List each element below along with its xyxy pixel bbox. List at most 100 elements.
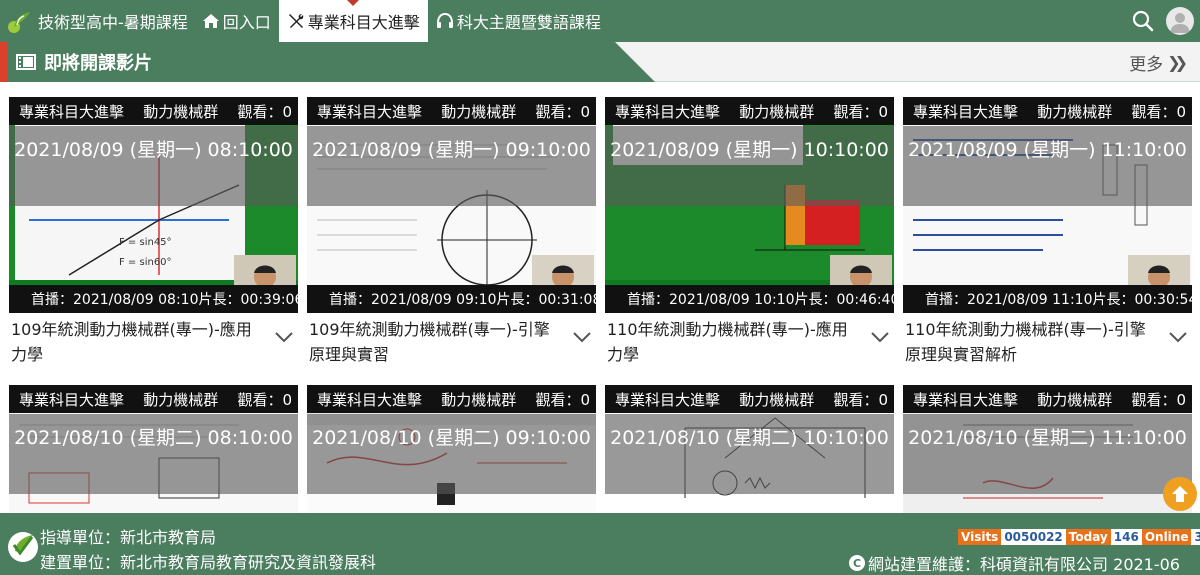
- top-nav-bar: 技術型高中-暑期課程 回入口 專業科目大進擊 科大主題暨雙語課程: [0, 0, 1200, 42]
- sprout-logo-icon: [8, 532, 38, 562]
- chevron-down-icon[interactable]: [274, 329, 294, 345]
- visits-label: Visits: [958, 529, 1002, 545]
- card-top-bar: 專業科目大進擊 動力機械群 觀看：0: [605, 97, 894, 125]
- card-views: 觀看：0: [535, 390, 590, 409]
- card-views: 觀看：0: [833, 390, 888, 409]
- card-group: 動力機械群: [739, 390, 815, 409]
- card-group: 動力機械群: [143, 102, 219, 121]
- footer: 指導單位：新北市教育局 建置單位：新北市教育局教育研究及資訊發展科 Visits…: [0, 513, 1200, 575]
- user-icon: [1170, 13, 1190, 33]
- card-title[interactable]: 110年統測動力機械群(專一)-引擎原理與實習解析: [905, 317, 1160, 367]
- card-views: 觀看：0: [237, 390, 292, 409]
- svg-text:F = sin45°: F = sin45°: [119, 237, 172, 248]
- premiere-time: 首播：2021/08/09 10:10: [627, 292, 795, 308]
- card-top-bar: 專業科目大進擊 動力機械群 觀看：0: [605, 385, 894, 413]
- card-title[interactable]: 110年統測動力機械群(專一)-應用力學: [607, 317, 862, 367]
- film-icon: [16, 54, 36, 70]
- video-length: 片長：00:39:06: [198, 292, 304, 308]
- card-top-bar: 專業科目大進擊 動力機械群 觀看：0: [903, 97, 1192, 125]
- schedule-overlay: 2021/08/10 (星期二) 08:10:00: [9, 414, 298, 494]
- nav-item-home[interactable]: 回入口: [194, 0, 279, 42]
- card-group: 動力機械群: [441, 390, 517, 409]
- card-title[interactable]: 109年統測動力機械群(專一)-應用力學: [11, 317, 266, 367]
- double-chevron-right-icon: ❯❯: [1167, 52, 1188, 72]
- sprout-logo-icon: [8, 12, 30, 33]
- card-top-bar: 專業科目大進擊 動力機械群 觀看：0: [307, 97, 596, 125]
- schedule-overlay: 2021/08/09 (星期一) 08:10:00: [9, 126, 298, 206]
- card-group: 動力機械群: [739, 102, 815, 121]
- card-top-bar: 專業科目大進擊 動力機械群 觀看：0: [9, 385, 298, 413]
- premiere-time: 首播：2021/08/09 09:10: [329, 292, 497, 308]
- card-views: 觀看：0: [833, 102, 888, 121]
- search-icon: [1132, 10, 1154, 32]
- card-category: 專業科目大進擊: [615, 102, 721, 121]
- visit-counter: Visits 0050022 Today 146 Online 3: [958, 529, 1200, 545]
- card-group: 動力機械群: [1037, 102, 1113, 121]
- card-title[interactable]: 109年統測動力機械群(專一)-引擎原理與實習: [309, 317, 564, 367]
- search-button[interactable]: [1128, 6, 1158, 36]
- copyright-icon: C: [849, 555, 866, 571]
- schedule-overlay: 2021/08/10 (星期二) 11:10:00: [903, 414, 1192, 494]
- card-category: 專業科目大進擊: [913, 390, 1019, 409]
- nav-item-label: 科大主題暨雙語課程: [456, 13, 601, 32]
- schedule-overlay: 2021/08/09 (星期一) 11:10:00: [903, 126, 1192, 206]
- card-category: 專業科目大進擊: [317, 390, 423, 409]
- card-category: 專業科目大進擊: [615, 390, 721, 409]
- headphones-icon: [436, 12, 453, 28]
- card-views: 觀看：0: [237, 102, 292, 121]
- card-views: 觀看：0: [1131, 102, 1186, 121]
- today-value: 146: [1110, 529, 1142, 545]
- back-to-top-button[interactable]: [1163, 477, 1197, 511]
- video-length: 片長：00:31:08: [496, 292, 602, 308]
- online-value: 3: [1191, 529, 1200, 545]
- nav-item-label: 回入口: [222, 13, 271, 32]
- brand[interactable]: 技術型高中-暑期課程: [0, 0, 188, 42]
- card-bottom-bar: 首播：2021/08/09 09:10 片長：00:31:08: [307, 285, 601, 313]
- schedule-overlay: 2021/08/10 (星期二) 10:10:00: [605, 414, 894, 494]
- svg-text:F = sin60°: F = sin60°: [119, 257, 172, 268]
- schedule-overlay: 2021/08/09 (星期一) 09:10:00: [307, 126, 596, 206]
- guide-unit: 指導單位：新北市教育局: [40, 528, 217, 547]
- card-bottom-bar: 首播：2021/08/09 11:10 片長：00:30:54: [903, 285, 1197, 313]
- card-category: 專業科目大進擊: [19, 390, 125, 409]
- card-category: 專業科目大進擊: [913, 102, 1019, 121]
- copyright: C 網站建置維護：科碩資訊有限公司 2021-06: [849, 551, 1180, 575]
- tools-icon: [288, 14, 304, 28]
- premiere-time: 首播：2021/08/09 11:10: [925, 292, 1093, 308]
- video-length: 片長：00:30:54: [1092, 292, 1198, 308]
- today-label: Today: [1065, 529, 1111, 545]
- section-header: 即將開課影片 更多 ❯❯: [0, 42, 1200, 82]
- schedule-overlay: 2021/08/09 (星期一) 10:10:00: [605, 126, 894, 206]
- card-views: 觀看：0: [535, 102, 590, 121]
- brand-title: 技術型高中-暑期課程: [38, 13, 188, 32]
- card-top-bar: 專業科目大進擊 動力機械群 觀看：0: [903, 385, 1192, 413]
- card-group: 動力機械群: [441, 102, 517, 121]
- home-icon: [202, 14, 219, 28]
- premiere-time: 首播：2021/08/09 08:10: [31, 292, 199, 308]
- visits-value: 0050022: [1001, 529, 1066, 545]
- card-top-bar: 專業科目大進擊 動力機械群 觀看：0: [307, 385, 596, 413]
- arrow-up-icon: [1172, 486, 1188, 502]
- card-category: 專業科目大進擊: [19, 102, 125, 121]
- more-link[interactable]: 更多 ❯❯: [1129, 42, 1188, 82]
- card-group: 動力機械群: [143, 390, 219, 409]
- nav-item-label: 專業科目大進擊: [307, 13, 420, 32]
- online-label: Online: [1141, 529, 1192, 545]
- nav-item-subjects[interactable]: 專業科目大進擊: [278, 0, 428, 42]
- chevron-down-icon[interactable]: [572, 329, 592, 345]
- card-bottom-bar: 首播：2021/08/09 08:10 片長：00:39:06: [9, 285, 303, 313]
- nav-item-bilingual[interactable]: 科大主題暨雙語課程: [428, 0, 609, 42]
- schedule-overlay: 2021/08/10 (星期二) 09:10:00: [307, 414, 596, 494]
- section-title: 即將開課影片: [16, 42, 152, 82]
- video-row-2: 專業科目大進擊 動力機械群 觀看：0 2021/08/10 (星期二) 08:1…: [0, 385, 1200, 513]
- card-group: 動力機械群: [1037, 390, 1113, 409]
- user-avatar-button[interactable]: [1166, 7, 1194, 35]
- builder-unit: 建置單位：新北市教育局教育研究及資訊發展科: [40, 553, 377, 572]
- chevron-down-icon[interactable]: [870, 329, 890, 345]
- video-length: 片長：00:46:40: [794, 292, 900, 308]
- card-views: 觀看：0: [1131, 390, 1186, 409]
- card-top-bar: 專業科目大進擊 動力機械群 觀看：0: [9, 97, 298, 125]
- chevron-down-icon[interactable]: [1168, 329, 1188, 345]
- card-bottom-bar: 首播：2021/08/09 10:10 片長：00:46:40: [605, 285, 899, 313]
- card-category: 專業科目大進擊: [317, 102, 423, 121]
